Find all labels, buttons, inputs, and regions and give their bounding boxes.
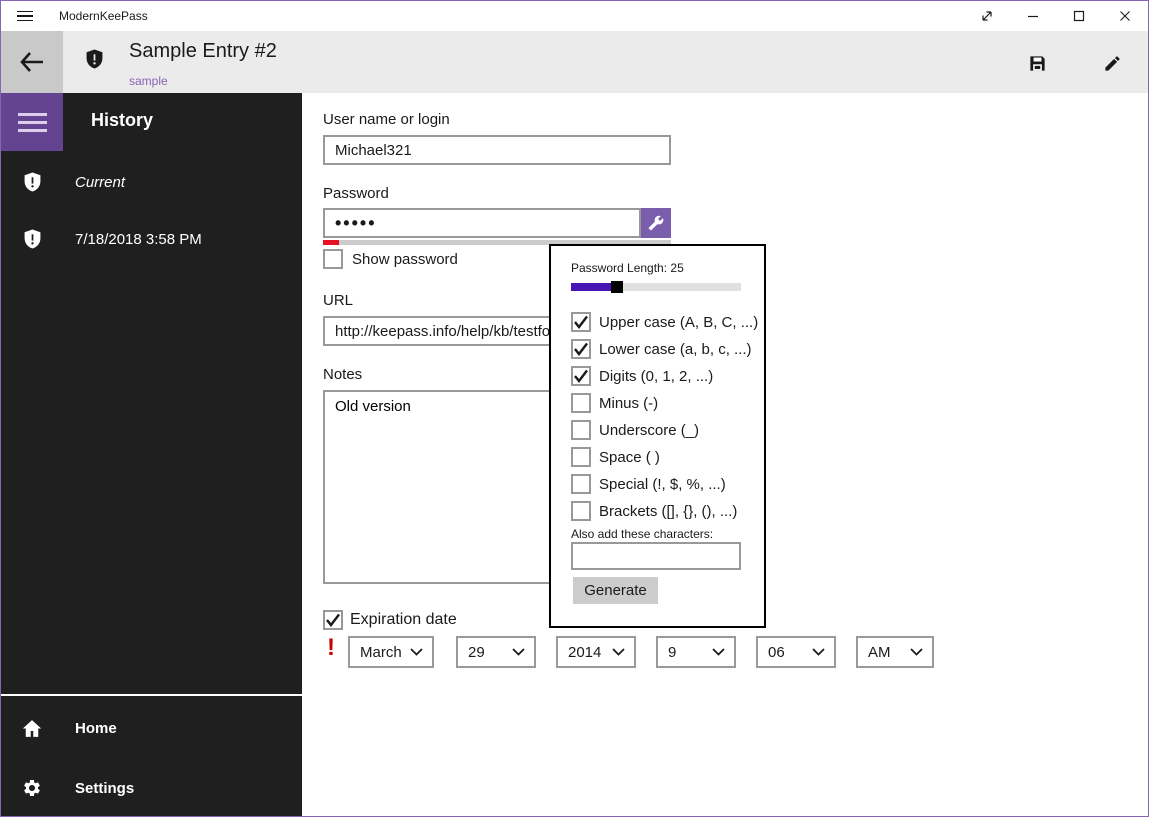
shield-icon (22, 228, 42, 250)
password-length-label: Password Length: 25 (571, 261, 684, 275)
slider-thumb[interactable] (611, 281, 623, 293)
app-window: ModernKeePass Sample Entry #2 sample His… (0, 0, 1149, 817)
titlebar: ModernKeePass (1, 1, 1148, 31)
upper-case-label: Upper case (A, B, C, ...) (599, 313, 759, 331)
special-checkbox[interactable] (571, 474, 591, 494)
sidebar-item-settings[interactable]: Settings (1, 768, 302, 808)
expiration-checkbox[interactable] (323, 610, 343, 630)
lower-case-checkbox[interactable] (571, 339, 591, 359)
edit-button[interactable] (1101, 52, 1123, 74)
chevron-down-icon (410, 648, 423, 656)
year-value: 2014 (568, 643, 602, 661)
maximize-button[interactable] (1056, 1, 1102, 31)
digits-checkbox[interactable] (571, 366, 591, 386)
home-icon (22, 719, 42, 738)
save-button[interactable] (1026, 52, 1048, 74)
special-label: Special (!, $, %, ...) (599, 475, 726, 493)
password-length-slider[interactable] (571, 281, 741, 293)
month-select[interactable]: March (348, 636, 434, 668)
chevron-down-icon (910, 648, 923, 656)
page-title: Sample Entry #2 (129, 40, 277, 62)
minute-select[interactable]: 06 (756, 636, 836, 668)
sidebar-item-home[interactable]: Home (1, 708, 302, 748)
space-label: Space ( ) (599, 448, 660, 466)
minus-label: Minus (-) (599, 394, 659, 412)
minimize-icon (1028, 15, 1038, 18)
chevron-down-icon (512, 648, 525, 656)
password-strength-fill (323, 240, 339, 245)
pane-section-title: History (91, 110, 154, 130)
entry-form: User name or login Password Show pas (302, 93, 1148, 816)
underscore-checkbox[interactable] (571, 420, 591, 440)
minus-checkbox[interactable] (571, 393, 591, 413)
checkmark-icon (574, 342, 588, 356)
shield-icon (22, 171, 42, 193)
close-button[interactable] (1102, 1, 1148, 31)
minimize-button[interactable] (1010, 1, 1056, 31)
sidebar-item-label: Home (75, 719, 117, 737)
underscore-label: Underscore (_) (599, 421, 700, 439)
titlebar-hamburger-icon[interactable] (1, 1, 35, 31)
year-select[interactable]: 2014 (556, 636, 636, 668)
history-item-label: Current (75, 173, 126, 191)
close-icon (1120, 11, 1130, 21)
generate-password-button[interactable] (641, 208, 671, 238)
back-arrow-icon (20, 52, 43, 72)
notes-label: Notes (323, 366, 363, 383)
diagonal-resize-icon (982, 11, 992, 21)
checkmark-icon (574, 315, 588, 329)
gear-icon (22, 778, 42, 798)
lower-case-label: Lower case (a, b, c, ...) (599, 340, 752, 358)
page-header: Sample Entry #2 sample (1, 31, 1148, 93)
entry-group-subtitle: sample (129, 74, 168, 88)
chevron-down-icon (612, 648, 625, 656)
back-button[interactable] (1, 31, 63, 93)
minute-value: 06 (768, 643, 785, 661)
pane-separator (1, 694, 302, 696)
day-value: 29 (468, 643, 485, 661)
also-add-label: Also add these characters: (571, 527, 714, 541)
history-item-entry[interactable]: 7/18/2018 3:58 PM (1, 219, 302, 259)
checkmark-icon (574, 369, 588, 383)
history-item-label: 7/18/2018 3:58 PM (75, 230, 202, 248)
ampm-select[interactable]: AM (856, 636, 934, 668)
username-label: User name or login (323, 111, 450, 128)
expiration-label: Expiration date (350, 611, 457, 628)
save-icon (1029, 55, 1045, 71)
generate-button[interactable]: Generate (573, 577, 658, 604)
password-input[interactable] (323, 208, 641, 238)
fullscreen-button[interactable] (964, 1, 1010, 31)
password-label: Password (323, 185, 389, 202)
hour-select[interactable]: 9 (656, 636, 736, 668)
sidebar-item-label: Settings (75, 779, 135, 797)
pencil-icon (1104, 55, 1120, 71)
month-value: March (360, 643, 402, 661)
day-select[interactable]: 29 (456, 636, 536, 668)
url-label: URL (323, 292, 354, 309)
expired-warning-icon: ! (327, 634, 335, 661)
ampm-value: AM (868, 643, 891, 661)
app-title: ModernKeePass (59, 9, 148, 23)
chevron-down-icon (812, 648, 825, 656)
show-password-checkbox[interactable] (323, 249, 343, 269)
brackets-checkbox[interactable] (571, 501, 591, 521)
slider-fill (571, 283, 611, 291)
checkmark-icon (326, 613, 340, 627)
show-password-label: Show password (352, 250, 458, 268)
hour-value: 9 (668, 643, 677, 661)
wrench-icon (648, 215, 664, 231)
pane-hamburger-button[interactable] (1, 93, 63, 151)
entry-shield-icon (85, 48, 104, 70)
chevron-down-icon (712, 648, 725, 656)
space-checkbox[interactable] (571, 447, 591, 467)
navigation-pane: History Current 7/18/2018 3:58 PM Home S… (1, 93, 302, 816)
username-input[interactable] (323, 135, 671, 165)
password-generator-popup: Password Length: 25 Upper case (A, B, C,… (549, 244, 766, 628)
upper-case-checkbox[interactable] (571, 312, 591, 332)
maximize-icon (1073, 10, 1085, 22)
digits-label: Digits (0, 1, 2, ...) (599, 367, 714, 385)
brackets-label: Brackets ([], {}, (), ...) (599, 502, 738, 520)
also-add-input[interactable] (571, 542, 741, 570)
history-item-current[interactable]: Current (1, 162, 302, 202)
